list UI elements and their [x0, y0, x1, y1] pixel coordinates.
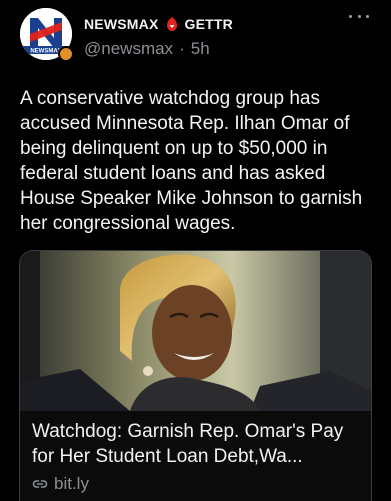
link-icon — [32, 476, 48, 492]
author-handle-row: @newsmax · 5h — [84, 38, 210, 60]
link-preview-domain-row[interactable]: bit.ly — [32, 473, 89, 495]
meta-separator: · — [179, 39, 185, 58]
link-preview-domain: bit.ly — [54, 474, 89, 493]
author-handle[interactable]: @newsmax — [84, 39, 173, 59]
link-preview-image — [20, 251, 371, 411]
post-text: A conservative watchdog group has accuse… — [20, 88, 363, 234]
link-preview-title[interactable]: Watchdog: Garnish Rep. Omar's Pay for He… — [32, 419, 364, 469]
verified-badge-icon — [58, 46, 74, 62]
more-dots-icon[interactable] — [349, 12, 369, 20]
post-timestamp[interactable]: 5h — [191, 39, 210, 59]
author-display-name[interactable]: NEWSMAX — [84, 16, 159, 32]
gettr-icon — [164, 16, 180, 32]
platform-name: GETTR — [184, 16, 233, 32]
author-name-row[interactable]: NEWSMAX GETTR — [84, 14, 233, 34]
link-preview-card[interactable]: Watchdog: Garnish Rep. Omar's Pay for He… — [19, 250, 372, 501]
post: NEWSMAX NEWSMAX GETTR @newsmax · 5h A co… — [0, 0, 391, 501]
svg-text:NEWSMAX: NEWSMAX — [30, 49, 61, 55]
